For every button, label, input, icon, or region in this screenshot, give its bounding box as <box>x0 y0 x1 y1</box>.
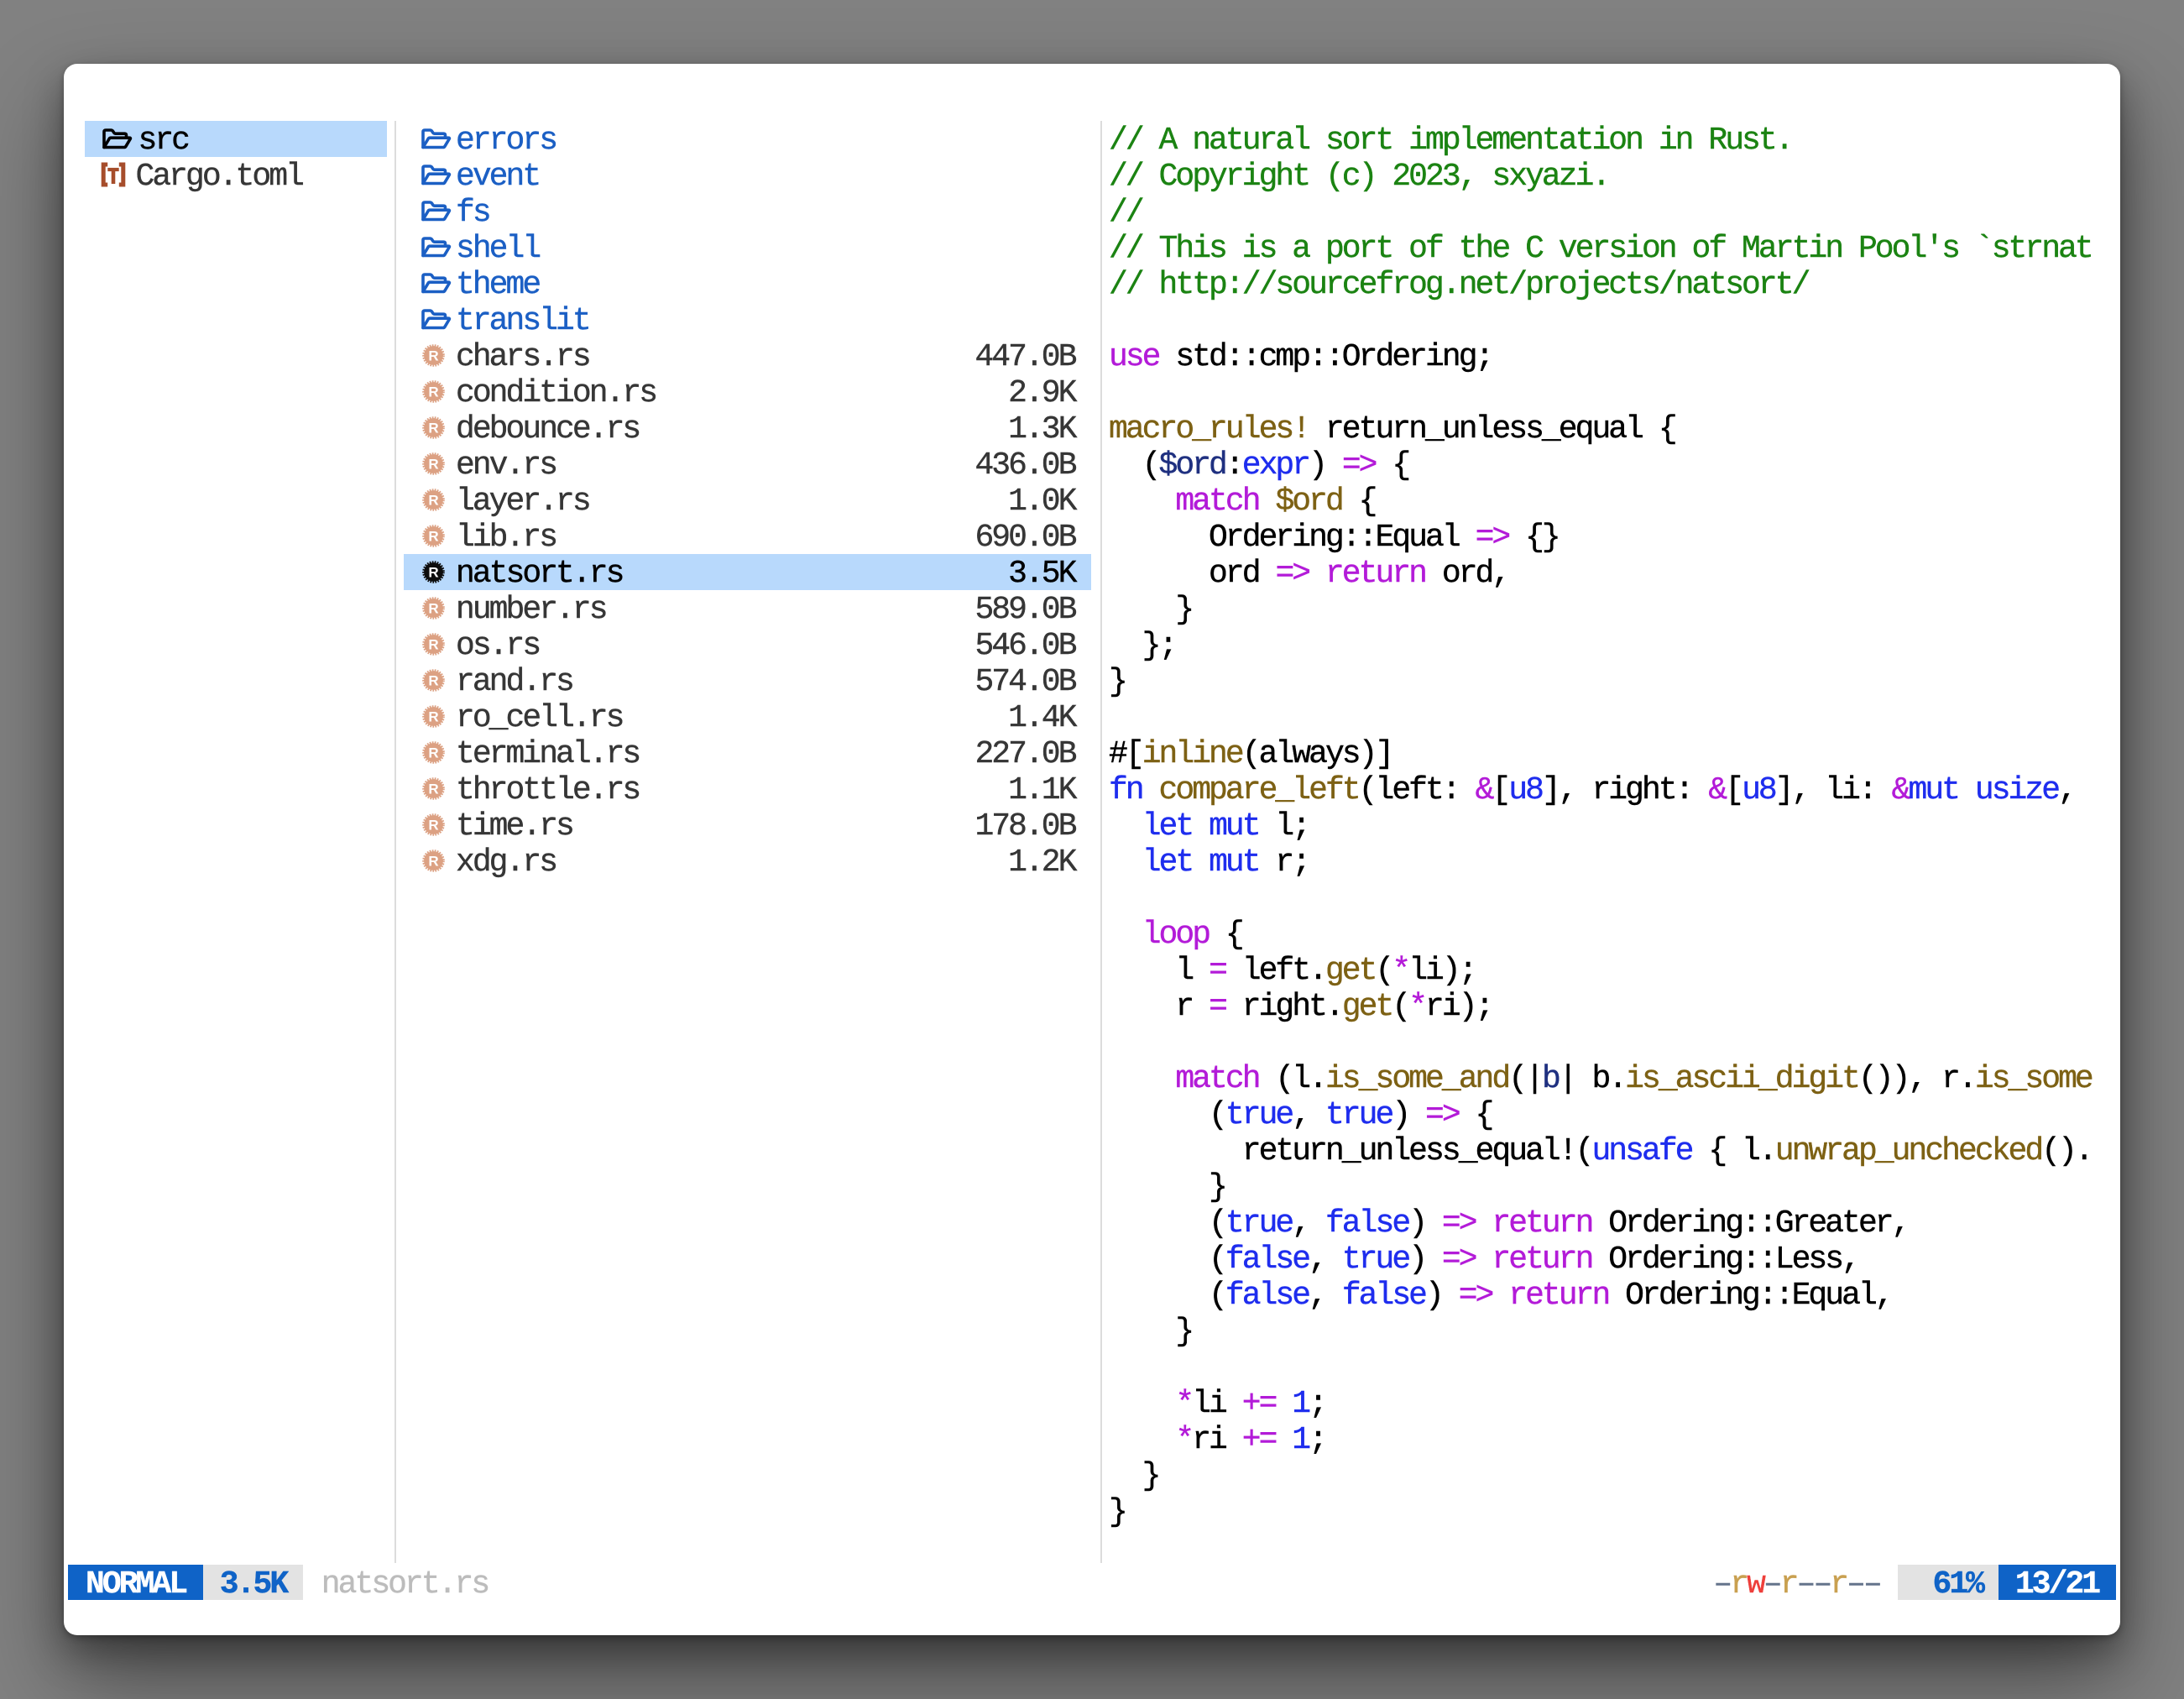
svg-text:R: R <box>428 636 438 652</box>
svg-text:R: R <box>428 564 438 580</box>
svg-text:R: R <box>428 672 438 688</box>
svg-text:R: R <box>428 745 438 761</box>
svg-text:R: R <box>428 384 438 400</box>
svg-text:R: R <box>428 456 438 472</box>
svg-text:R: R <box>428 420 438 436</box>
svg-text:R: R <box>428 708 438 724</box>
svg-text:R: R <box>428 348 438 363</box>
svg-text:R: R <box>428 528 438 544</box>
svg-text:R: R <box>428 853 438 869</box>
svg-text:R: R <box>428 781 438 797</box>
svg-text:R: R <box>428 600 438 616</box>
svg-text:R: R <box>428 492 438 508</box>
svg-text:R: R <box>428 817 438 833</box>
